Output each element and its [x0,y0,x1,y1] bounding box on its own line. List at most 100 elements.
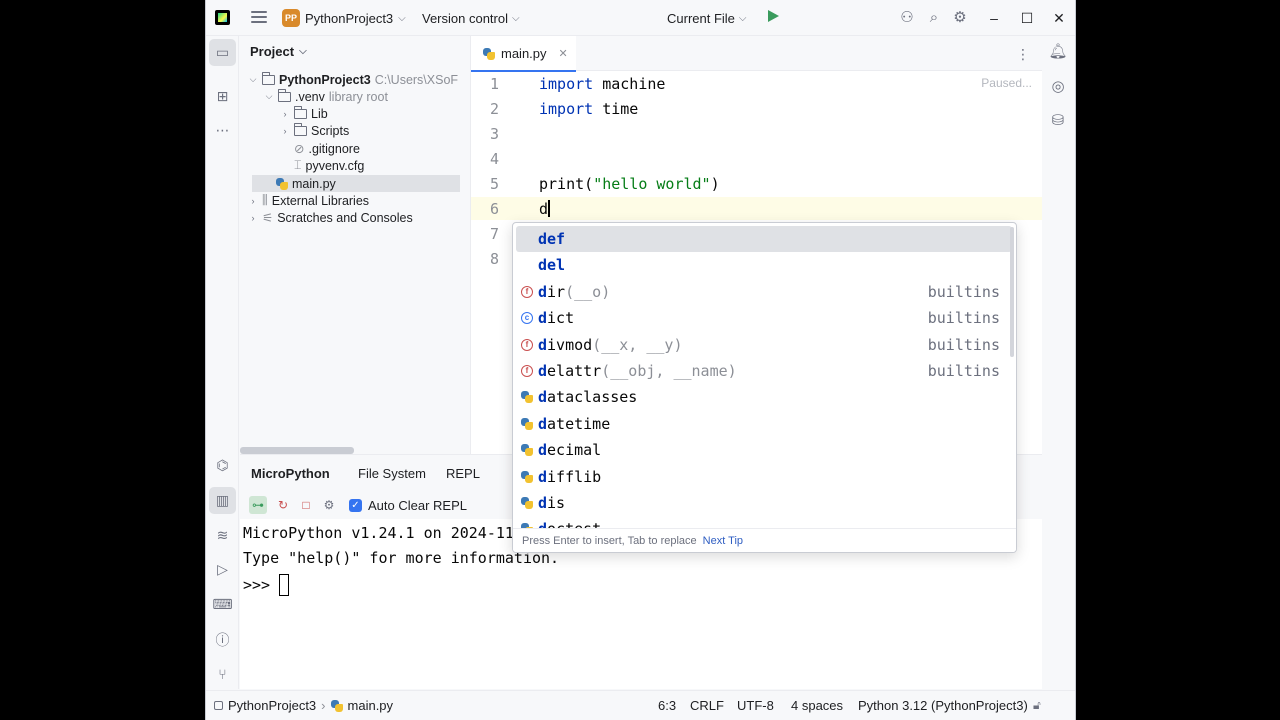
repl-prompt-line[interactable]: >>> [243,574,290,596]
collapsed-arrow-icon[interactable]: › [280,109,290,119]
tree-item-lib[interactable]: › Lib [280,105,328,122]
completion-item[interactable]: f delattr(__obj, __name) builtins [516,358,1012,384]
completion-scrollbar[interactable] [1010,227,1014,357]
caret-position[interactable]: 6:3 [658,698,676,713]
completion-item[interactable]: dis [516,490,1012,516]
collapsed-arrow-icon[interactable]: › [248,196,258,206]
indent-setting[interactable]: 4 spaces [791,698,843,713]
version-control-menu[interactable]: Version control ⌵ [422,8,520,28]
tree-item-project-root[interactable]: ⌵ PythonProject3 C:\Users\XSoF [248,71,458,88]
tree-item-label: main.py [292,176,336,191]
line-separator[interactable]: CRLF [690,698,724,713]
completion-item[interactable]: datetime [516,411,1012,437]
right-tool-stripe: 🔔︎ ◎ ⛁ [1040,36,1075,689]
close-window-button[interactable]: ✕ [1050,9,1068,27]
tree-item-main-py[interactable]: main.py [252,175,460,192]
completion-item[interactable]: del [516,252,1012,278]
project-switcher[interactable]: PP PythonProject3 ⌵ [282,8,406,28]
settings-gear-icon[interactable]: ⚙ [320,496,338,514]
expanded-arrow-icon[interactable]: ⌵ [248,74,258,85]
lock-icon[interactable]: 🔓︎ [1033,698,1047,714]
settings-gear-icon[interactable]: ⚙ [951,9,969,27]
breadcrumb-project[interactable]: PythonProject3 [228,698,316,713]
project-panel-header[interactable]: Project ⌵ [250,44,307,59]
auto-clear-checkbox[interactable]: ✓ [349,499,362,512]
code-completion-popup[interactable]: def del f dir(__o) builtins c dict builtins f div… [512,222,1017,553]
tab-repl[interactable]: REPL [438,466,488,494]
line-number: 7 [489,225,499,243]
minimize-button[interactable]: – [985,9,1003,27]
tree-item-label: Lib [311,106,328,121]
breadcrumb-file[interactable]: main.py [348,698,394,713]
connect-icon[interactable]: ⊶ [249,496,267,514]
search-icon[interactable]: ⌕ [925,9,943,27]
tree-item-label: .venv [295,89,325,104]
problems-icon[interactable]: ⓘ [209,626,236,653]
python-interpreter[interactable]: Python 3.12 (PythonProject3) [858,698,1028,713]
library-icon: ⫼ [262,193,268,207]
reset-icon[interactable]: ↻ [274,496,292,514]
completion-rest: atetime [547,414,611,433]
layers-icon[interactable]: ≋ [209,522,236,549]
tree-item-gitignore[interactable]: ⊘ .gitignore [294,140,360,157]
add-user-icon[interactable]: ⚇ [898,9,916,27]
completion-item[interactable]: difflib [516,464,1012,490]
function-icon: f [516,338,538,351]
python-module-icon [516,391,538,404]
more-options-icon[interactable]: ⋮ [1016,46,1030,63]
completion-item-name: datetime [538,415,1000,433]
services-run-icon[interactable]: ▷ [209,556,236,583]
completion-item[interactable]: decimal [516,437,1012,463]
next-tip-link[interactable]: Next Tip [703,535,743,547]
database-icon[interactable]: ⛁ [1047,110,1069,132]
analysis-status: Paused... [981,76,1032,90]
collapsed-arrow-icon[interactable]: › [248,213,258,223]
auto-clear-label: Auto Clear REPL [368,498,467,513]
run-configuration-selector[interactable]: Current File ⌵ [667,8,747,28]
tree-item-scripts[interactable]: › Scripts [280,122,349,139]
file-encoding[interactable]: UTF-8 [737,698,774,713]
expanded-arrow-icon[interactable]: ⌵ [264,91,274,102]
completion-item[interactable]: doctest [516,516,1012,528]
maximize-button[interactable]: ☐ [1018,9,1036,27]
horizontal-scrollbar[interactable] [240,447,354,454]
run-configuration-label: Current File [667,10,735,26]
completion-rest: ict [547,309,575,328]
terminal-icon[interactable]: ⌨ [209,591,236,618]
run-icon[interactable] [768,10,779,22]
tab-main-py[interactable]: main.py ✕ [471,36,576,72]
python-file-icon [276,177,288,190]
micropython-tool-icon[interactable]: ▥ [209,487,236,514]
terminal-cursor [279,574,290,596]
tree-item-venv[interactable]: ⌵ .venv library root [264,88,388,105]
tree-item-pyvenv-cfg[interactable]: ⌶ pyvenv.cfg [294,157,364,174]
completion-match: d [538,388,548,407]
completion-item[interactable]: f dir(__o) builtins [516,279,1012,305]
completion-type: builtins [927,282,1000,301]
completion-item[interactable]: dataclasses [516,384,1012,410]
notifications-bell-icon[interactable]: 🔔︎ [1047,41,1069,63]
tree-item-external-libraries[interactable]: › ⫼ External Libraries [248,192,370,209]
structure-icon[interactable]: ⊞ [209,83,236,110]
completion-item[interactable]: f divmod(__x, __y) builtins [516,332,1012,358]
completion-list[interactable]: def del f dir(__o) builtins c dict builtins f div… [513,223,1016,528]
tab-file-system[interactable]: File System [358,466,426,481]
completion-type: builtins [927,362,1000,380]
stop-icon[interactable]: □ [297,496,315,514]
collapsed-arrow-icon[interactable]: › [280,126,290,136]
tree-item-label: PythonProject3 [279,72,371,87]
completion-item[interactable]: c dict builtins [516,305,1012,331]
python-packages-icon[interactable]: ⌬ [209,452,236,479]
completion-item[interactable]: def [516,226,1012,252]
folder-icon [278,88,291,102]
project-tool-folder-icon[interactable]: ▭ [209,39,236,66]
git-icon[interactable]: ⑂ [209,660,236,687]
project-name: PythonProject3 [305,10,394,26]
close-tab-icon[interactable]: ✕ [559,47,568,60]
tree-item-scratches[interactable]: › ⚟ Scratches and Consoles [248,209,413,226]
project-panel-title: Project [250,44,295,59]
main-menu-icon[interactable] [251,9,267,25]
more-tools-icon[interactable]: ⋯ [209,117,236,144]
ai-assistant-icon[interactable]: ◎ [1047,76,1069,98]
code-text: time [593,100,639,118]
